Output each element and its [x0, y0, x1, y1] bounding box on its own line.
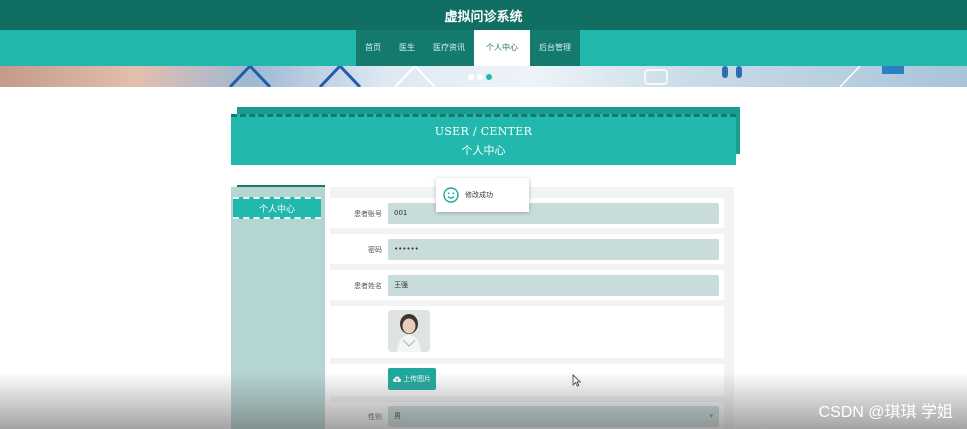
- avatar-image: [388, 310, 430, 352]
- section-title-en: USER / CENTER: [434, 125, 533, 138]
- upload-button-label: 上传图片: [403, 375, 431, 383]
- app-title: 虚拟问诊系统: [444, 9, 523, 25]
- carousel-dot-active[interactable]: [486, 74, 492, 80]
- form-row-password: 密码 ••••••: [330, 234, 724, 264]
- gender-value: 男: [394, 412, 401, 420]
- nav-item-doctor[interactable]: 医生: [390, 30, 424, 66]
- form-row-upload: 上传图片: [330, 364, 724, 396]
- carousel-dots: [468, 74, 492, 80]
- section-title: USER / CENTER 个人中心: [231, 114, 736, 165]
- app-header: 虚拟问诊系统: [0, 0, 967, 30]
- form-row-name: 患者姓名 王强: [330, 270, 724, 300]
- name-input[interactable]: 王强: [388, 275, 719, 296]
- password-label: 密码: [368, 246, 382, 254]
- mouse-cursor-icon: [572, 374, 581, 387]
- nav-item-home[interactable]: 首页: [356, 30, 390, 66]
- name-label: 患者姓名: [354, 282, 382, 290]
- toast-message: 修改成功: [465, 191, 493, 199]
- gender-select[interactable]: 男 ▾: [388, 406, 719, 427]
- sidebar-item-label: 个人中心: [258, 204, 295, 215]
- nav-item-medical-news[interactable]: 医疗资讯: [424, 30, 474, 66]
- gender-label: 性别: [368, 413, 382, 421]
- success-toast: 修改成功: [436, 178, 529, 212]
- sidebar-item-user-center[interactable]: 个人中心: [233, 197, 321, 219]
- cloud-upload-icon: [393, 376, 401, 382]
- banner-image: [0, 66, 967, 87]
- main-nav: 首页 医生 医疗资讯 个人中心 后台管理: [356, 30, 580, 66]
- smile-icon: [443, 187, 459, 203]
- carousel-dot[interactable]: [477, 74, 483, 80]
- nav-item-admin[interactable]: 后台管理: [530, 30, 580, 66]
- sidebar: [231, 187, 325, 429]
- carousel-dot[interactable]: [468, 74, 474, 80]
- nav-item-user-center[interactable]: 个人中心: [474, 30, 530, 66]
- account-label: 患者账号: [354, 210, 382, 218]
- password-input[interactable]: ••••••: [388, 239, 719, 260]
- upload-image-button[interactable]: 上传图片: [388, 368, 436, 390]
- form-row-gender: 性别 男 ▾: [330, 402, 724, 429]
- watermark: CSDN @琪琪 学姐: [818, 404, 953, 421]
- chevron-down-icon: ▾: [709, 412, 713, 420]
- form-row-avatar: [330, 306, 724, 358]
- section-title-cn: 个人中心: [461, 144, 506, 157]
- avatar: [388, 310, 430, 352]
